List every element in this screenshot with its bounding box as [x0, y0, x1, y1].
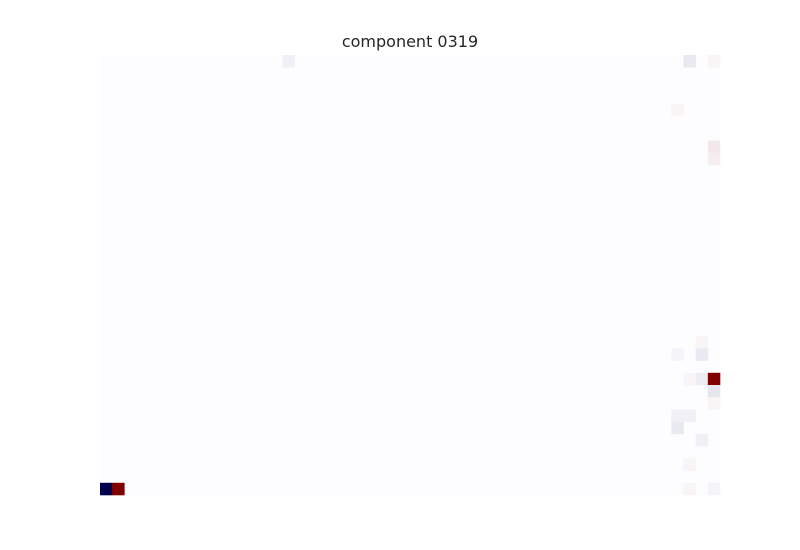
heatmap-cell	[282, 55, 295, 68]
heatmap-cell	[671, 409, 684, 422]
heatmap-cell	[683, 482, 696, 496]
heatmap-cell	[671, 348, 684, 361]
heatmap-cell	[671, 103, 684, 117]
heatmap-cell	[707, 385, 721, 398]
heatmap-cell	[100, 482, 113, 496]
plot-area	[100, 55, 721, 496]
heatmap-cell	[695, 433, 709, 447]
heatmap-cell	[707, 55, 721, 68]
heatmap-cell	[671, 421, 684, 435]
heatmap-cell	[707, 397, 721, 410]
heatmap-cell	[683, 372, 696, 386]
heatmap-cell	[112, 482, 125, 496]
heatmap-cell	[683, 55, 696, 68]
heatmap-cell	[695, 336, 709, 349]
heatmap-cell	[695, 348, 709, 361]
heatmap-chart	[100, 55, 721, 496]
heatmap-cell	[683, 409, 696, 422]
heatmap-background	[100, 55, 720, 495]
heatmap-cell	[707, 152, 721, 166]
heatmap-cell	[707, 482, 721, 496]
heatmap-cell	[707, 372, 721, 386]
heatmap-cell	[683, 458, 696, 471]
heatmap-cell	[707, 140, 721, 154]
heatmap-cell	[695, 372, 709, 386]
